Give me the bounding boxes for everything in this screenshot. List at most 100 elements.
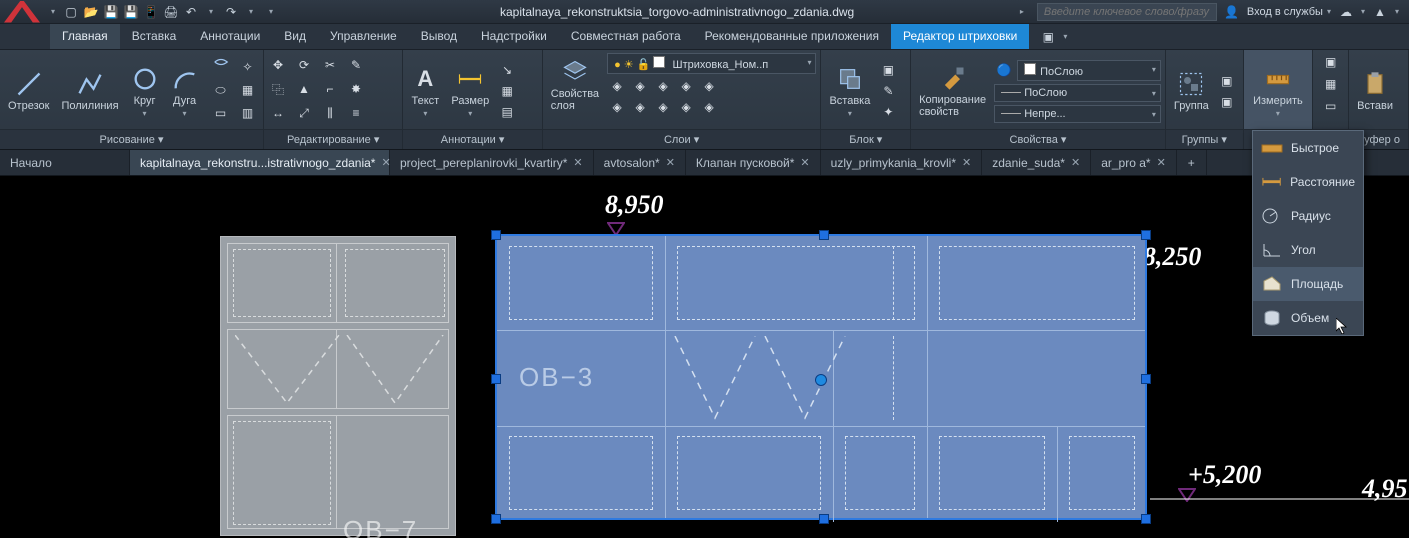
plot-icon[interactable]: 🖨: [162, 3, 180, 21]
close-icon[interactable]: ✕: [666, 156, 675, 169]
layer-b3-icon[interactable]: ◈: [653, 77, 673, 95]
tab-vstavka[interactable]: Вставка: [120, 24, 189, 49]
lineweight-combo[interactable]: ПоСлою▾: [994, 84, 1161, 102]
field-icon[interactable]: ▤: [497, 103, 517, 121]
util-calc-icon[interactable]: ▦: [1321, 75, 1341, 93]
file-tab-3[interactable]: avtosalon* ✕: [594, 150, 686, 175]
save-icon[interactable]: 💾: [102, 3, 120, 21]
close-icon[interactable]: ✕: [573, 156, 582, 169]
group-button[interactable]: Группа: [1170, 68, 1213, 114]
tab-glavnaya[interactable]: Главная: [50, 24, 120, 49]
scale-icon[interactable]: ⤢: [294, 104, 314, 122]
tab-upravlenie[interactable]: Управление: [318, 24, 409, 49]
move-icon[interactable]: ✥: [268, 56, 288, 74]
leader-icon[interactable]: ↘: [497, 61, 517, 79]
panel-title-layers[interactable]: Слои ▾: [543, 129, 821, 149]
group-toggle-icon[interactable]: ▣: [1217, 93, 1237, 111]
new-tab-button[interactable]: +: [1177, 150, 1207, 175]
dimension-button[interactable]: Размер ▾: [447, 63, 493, 120]
undo-icon[interactable]: ↶: [182, 3, 200, 21]
new-icon[interactable]: ▢: [62, 3, 80, 21]
close-icon[interactable]: ✕: [800, 156, 809, 169]
edit-block-icon[interactable]: ✎: [878, 82, 898, 100]
grip-handle[interactable]: [491, 514, 501, 524]
stretch-icon[interactable]: ↔: [268, 104, 288, 122]
tab-sovmestnaya[interactable]: Совместная работа: [559, 24, 693, 49]
panel-title-props[interactable]: Свойства ▾: [911, 129, 1165, 149]
measure-button[interactable]: Измерить ▾: [1249, 63, 1307, 120]
tab-vid[interactable]: Вид: [272, 24, 318, 49]
drawing-canvas[interactable]: 8,950 +8,250 +5,200 4,95 ОВ−7: [0, 176, 1409, 538]
file-tab-6[interactable]: zdanie_suda* ✕: [982, 150, 1091, 175]
file-tab-1[interactable]: kapitalnaya_rekonstru...istrativnogo_zda…: [130, 150, 390, 175]
circle-button[interactable]: Круг ▾: [127, 63, 163, 120]
attr-block-icon[interactable]: ✦: [878, 103, 898, 121]
rect-icon[interactable]: ▭: [211, 104, 231, 122]
linetype-combo[interactable]: Непре...▾: [994, 105, 1161, 123]
grip-handle[interactable]: [1141, 514, 1151, 524]
app-logo[interactable]: [4, 1, 40, 23]
tab-nadstroiki[interactable]: Надстройки: [469, 24, 559, 49]
tab-annotatsii[interactable]: Аннотации: [188, 24, 272, 49]
arc-button[interactable]: Дуга ▾: [167, 63, 203, 120]
panel-title-groups[interactable]: Группы ▾: [1166, 129, 1243, 149]
create-block-icon[interactable]: ▣: [878, 61, 898, 79]
tab-options-icon[interactable]: ▣: [1039, 28, 1057, 46]
grip-handle[interactable]: [491, 374, 501, 384]
util-paint-icon[interactable]: ▣: [1321, 53, 1341, 71]
layer-c2-icon[interactable]: ◈: [630, 98, 650, 116]
measure-quick[interactable]: Быстрое: [1253, 131, 1363, 165]
app-menu-caret[interactable]: ▾: [44, 3, 62, 21]
infocenter-caret[interactable]: ▸: [1013, 3, 1031, 21]
polyline-button[interactable]: Полилиния: [57, 68, 122, 114]
layer-props-button[interactable]: Свойства слоя: [547, 56, 603, 114]
array-icon[interactable]: ⫼: [320, 104, 340, 122]
close-icon[interactable]: ✕: [1071, 156, 1080, 169]
panel-title-annot[interactable]: Аннотации ▾: [403, 129, 541, 149]
grip-handle[interactable]: [1141, 230, 1151, 240]
trim-icon[interactable]: ✂: [320, 56, 340, 74]
layer-b5-icon[interactable]: ◈: [699, 77, 719, 95]
file-tab-start[interactable]: Начало: [0, 150, 130, 175]
layer-b4-icon[interactable]: ◈: [676, 77, 696, 95]
signin-link[interactable]: Вход в службы ▾: [1247, 6, 1331, 18]
explode-icon[interactable]: ✸: [346, 80, 366, 98]
redo-icon[interactable]: ↷: [222, 3, 240, 21]
fillet-icon[interactable]: ⌐: [320, 80, 340, 98]
saveas-icon[interactable]: 💾: [122, 3, 140, 21]
tab-vyvod[interactable]: Вывод: [409, 24, 469, 49]
measure-radius[interactable]: Радиус: [1253, 199, 1363, 233]
layer-c3-icon[interactable]: ◈: [653, 98, 673, 116]
region-icon[interactable]: ▥: [238, 104, 258, 122]
file-tab-4[interactable]: Клапан пусковой* ✕: [686, 150, 821, 175]
file-tab-5[interactable]: uzly_primykania_krovli* ✕: [821, 150, 983, 175]
web-mobile-icon[interactable]: 📱: [142, 3, 160, 21]
undo-list-caret[interactable]: ▾: [202, 3, 220, 21]
erase-icon[interactable]: ✎: [346, 56, 366, 74]
group-edit-icon[interactable]: ▣: [1217, 72, 1237, 90]
measure-angle[interactable]: Угол: [1253, 233, 1363, 267]
hatch-icon[interactable]: ▦: [238, 81, 258, 99]
panel-title-edit[interactable]: Редактирование ▾: [264, 129, 402, 149]
paste-button[interactable]: Встави: [1353, 68, 1397, 114]
tab-rekom[interactable]: Рекомендованные приложения: [693, 24, 891, 49]
layer-c1-icon[interactable]: ◈: [607, 98, 627, 116]
grip-handle[interactable]: [491, 230, 501, 240]
search-input[interactable]: [1037, 3, 1217, 21]
close-icon[interactable]: ✕: [962, 156, 971, 169]
rotate-icon[interactable]: ⟳: [294, 56, 314, 74]
color-wheel-icon[interactable]: 🔵: [994, 61, 1014, 79]
rectangle-icon[interactable]: [211, 58, 231, 76]
signin-icon[interactable]: 👤: [1223, 3, 1241, 21]
redo-list-caret[interactable]: ▾: [242, 3, 260, 21]
grip-handle[interactable]: [819, 514, 829, 524]
panel-title-block[interactable]: Блок ▾: [821, 129, 910, 149]
grip-handle[interactable]: [819, 230, 829, 240]
measure-distance[interactable]: Расстояние: [1253, 165, 1363, 199]
util-select-icon[interactable]: ▭: [1321, 97, 1341, 115]
line-button[interactable]: Отрезок: [4, 68, 53, 114]
qat-customize-caret[interactable]: ▾: [262, 3, 280, 21]
layer-b2-icon[interactable]: ◈: [630, 77, 650, 95]
mirror-icon[interactable]: ▲: [294, 80, 314, 98]
layer-b1-icon[interactable]: ◈: [607, 77, 627, 95]
